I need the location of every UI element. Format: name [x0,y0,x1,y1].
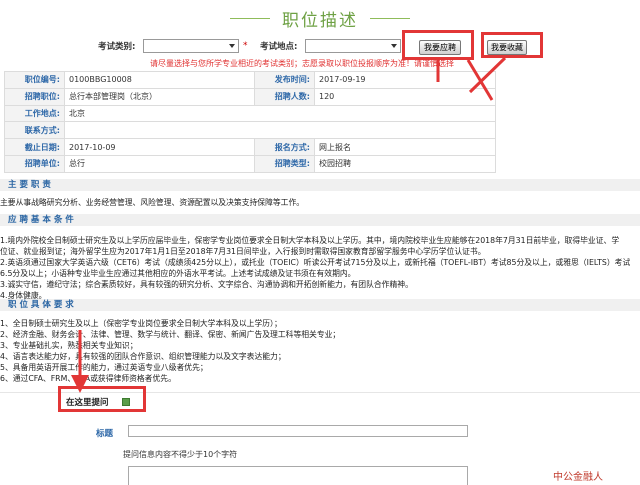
annotation-arrows [71,56,507,393]
job-description-page: 职位描述 考试类别: * 考试地点: 我要应聘 我要收藏 请尽量选择与您所学专业… [0,0,640,485]
save-arrow-shaft [468,56,507,94]
apply-arrow-shaft [466,59,494,101]
